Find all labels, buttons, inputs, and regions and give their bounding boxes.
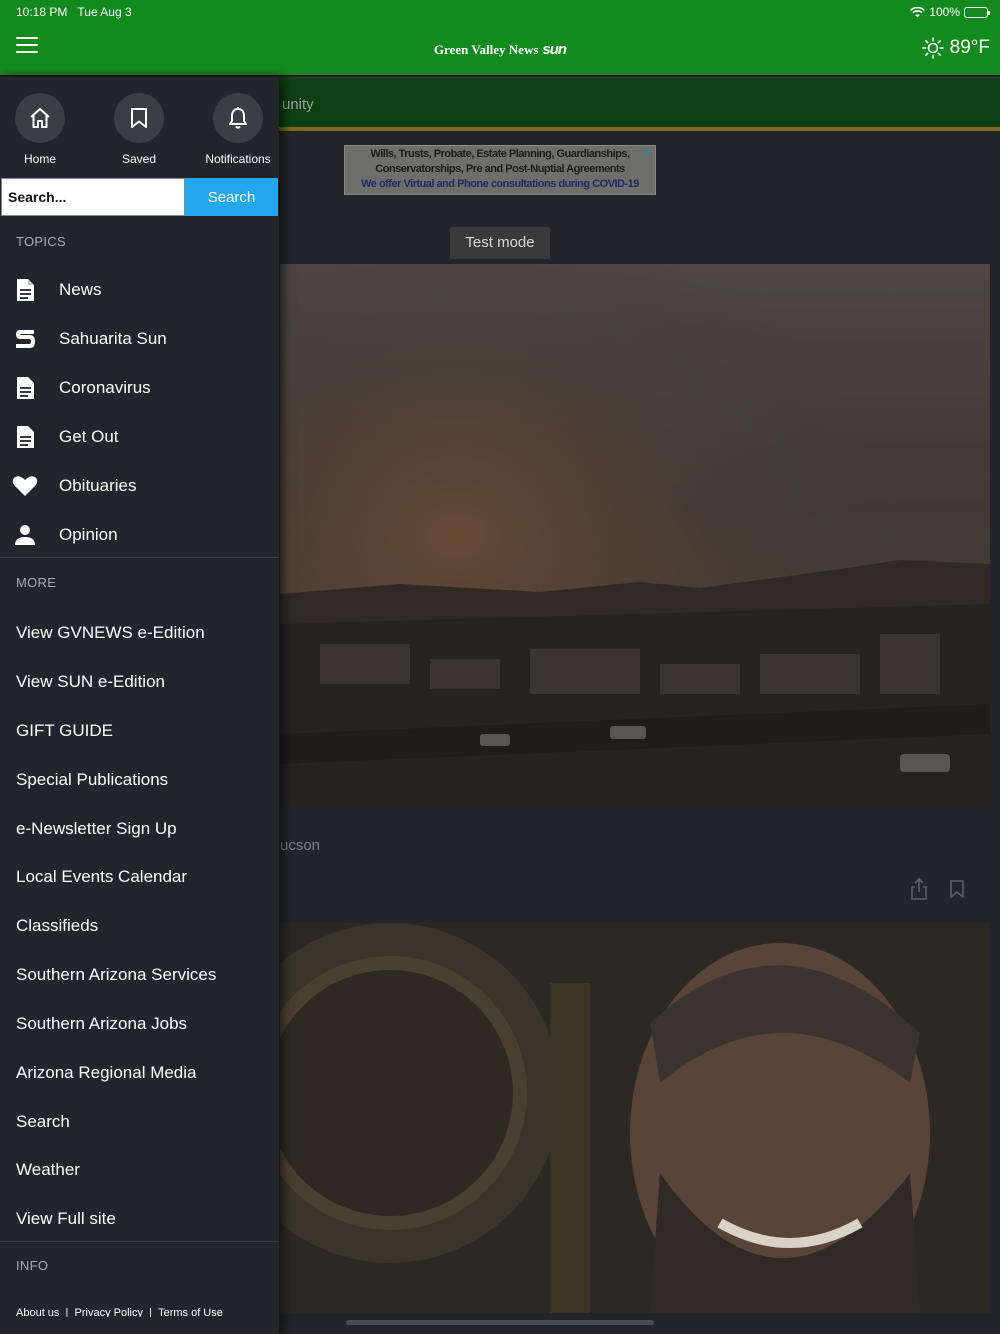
status-time: 10:18 PM Tue Aug 3 xyxy=(16,5,132,19)
more-sun-eedition[interactable]: View SUN e-Edition xyxy=(16,672,165,692)
section-label: unity xyxy=(282,96,314,113)
search-button[interactable]: Search xyxy=(185,178,278,216)
sun-logo-icon xyxy=(12,326,38,352)
document-icon xyxy=(12,277,38,303)
quick-notifications-label: Notifications xyxy=(205,152,271,166)
status-right: 100% xyxy=(910,5,990,19)
side-drawer: Home Saved Notifications Search TOPICS xyxy=(0,77,279,1334)
topic-coronavirus[interactable]: Coronavirus xyxy=(0,364,279,413)
person-icon xyxy=(12,522,38,548)
brand-logo[interactable]: Green Valley News sun xyxy=(0,41,1000,58)
info-heading: INFO xyxy=(16,1258,49,1273)
home-icon xyxy=(30,108,50,128)
article-bookmark-icon[interactable] xyxy=(950,880,964,898)
ad-close-icon[interactable]: ✕ xyxy=(641,146,652,162)
more-full-site[interactable]: View Full site xyxy=(16,1209,116,1229)
battery-icon xyxy=(964,6,990,18)
info-privacy-link[interactable]: Privacy Policy xyxy=(75,1307,143,1317)
quick-home-label: Home xyxy=(23,152,56,166)
more-sa-jobs[interactable]: Southern Arizona Jobs xyxy=(16,1014,187,1034)
more-heading: MORE xyxy=(16,575,57,590)
topic-opinion[interactable]: Opinion xyxy=(0,511,279,560)
topic-obituaries[interactable]: Obituaries xyxy=(0,462,279,511)
app-screen: 10:18 PM Tue Aug 3 100% Green Valley New… xyxy=(0,0,1000,1334)
divider xyxy=(0,1241,279,1242)
quick-saved-button[interactable]: Saved xyxy=(89,93,189,166)
weather-widget[interactable]: 89°F xyxy=(921,37,990,59)
more-az-regional-media[interactable]: Arizona Regional Media xyxy=(16,1063,197,1083)
more-gift-guide[interactable]: GIFT GUIDE xyxy=(16,721,113,741)
more-search[interactable]: Search xyxy=(16,1112,70,1132)
topic-sahuarita-sun[interactable]: Sahuarita Sun xyxy=(0,315,279,364)
topic-label: News xyxy=(59,280,102,299)
battery-percent: 100% xyxy=(929,5,960,19)
topic-label: Obituaries xyxy=(59,476,137,495)
bookmark-icon xyxy=(131,108,147,128)
bell-icon xyxy=(229,107,247,129)
heart-icon xyxy=(12,473,38,499)
topic-news[interactable]: News xyxy=(0,266,279,315)
temperature: 89°F xyxy=(949,37,990,58)
topic-get-out[interactable]: Get Out xyxy=(0,413,279,462)
photo-caption: ucson xyxy=(280,837,321,854)
info-links: About us | Privacy Policy | Terms of Use xyxy=(16,1307,223,1317)
quick-saved-label: Saved xyxy=(121,152,157,166)
search-input[interactable] xyxy=(1,178,185,216)
topic-label: Coronavirus xyxy=(59,378,151,397)
drawer-search: Search xyxy=(0,177,279,217)
more-classifieds[interactable]: Classifieds xyxy=(16,916,98,936)
share-icon[interactable] xyxy=(910,877,928,901)
more-weather[interactable]: Weather xyxy=(16,1160,80,1180)
ad-line-3: We offer Virtual and Phone consultations… xyxy=(361,178,639,190)
wifi-icon xyxy=(910,6,926,17)
home-indicator xyxy=(346,1320,654,1325)
more-local-events[interactable]: Local Events Calendar xyxy=(16,867,187,887)
document-icon xyxy=(12,424,38,450)
info-about-link[interactable]: About us xyxy=(16,1307,59,1317)
quick-home-button[interactable]: Home xyxy=(0,93,90,166)
quick-actions: Home Saved Notifications xyxy=(0,77,279,177)
sun-weather-icon xyxy=(921,37,944,59)
sun-logo: sun xyxy=(542,41,567,58)
quick-notifications-button[interactable]: Notifications xyxy=(188,93,279,166)
topics-heading: TOPICS xyxy=(16,234,66,249)
app-header: 10:18 PM Tue Aug 3 100% Green Valley New… xyxy=(0,0,1000,75)
more-gvnews-eedition[interactable]: View GVNEWS e-Edition xyxy=(16,623,205,643)
more-newsletter-signup[interactable]: e-Newsletter Sign Up xyxy=(16,819,177,839)
more-sa-services[interactable]: Southern Arizona Services xyxy=(16,965,216,985)
topic-label: Sahuarita Sun xyxy=(59,329,167,348)
test-mode-badge: Test mode xyxy=(450,227,550,259)
status-bar: 10:18 PM Tue Aug 3 100% xyxy=(16,5,990,21)
topic-label: Opinion xyxy=(59,525,118,544)
portrait-photo[interactable] xyxy=(280,923,990,1313)
info-terms-link[interactable]: Terms of Use xyxy=(158,1307,223,1317)
ad-line-2: Conservatorships, Pre and Post-Nuptial A… xyxy=(375,163,625,175)
divider xyxy=(0,557,279,558)
dust-storm-photo[interactable] xyxy=(280,264,990,806)
topic-label: Get Out xyxy=(59,427,119,446)
ad-line-1: Wills, Trusts, Probate, Estate Planning,… xyxy=(370,148,630,160)
more-special-publications[interactable]: Special Publications xyxy=(16,770,168,790)
brand-name: Green Valley News xyxy=(433,42,539,57)
banner-ad[interactable]: Wills, Trusts, Probate, Estate Planning,… xyxy=(344,145,656,195)
document-icon xyxy=(12,375,38,401)
